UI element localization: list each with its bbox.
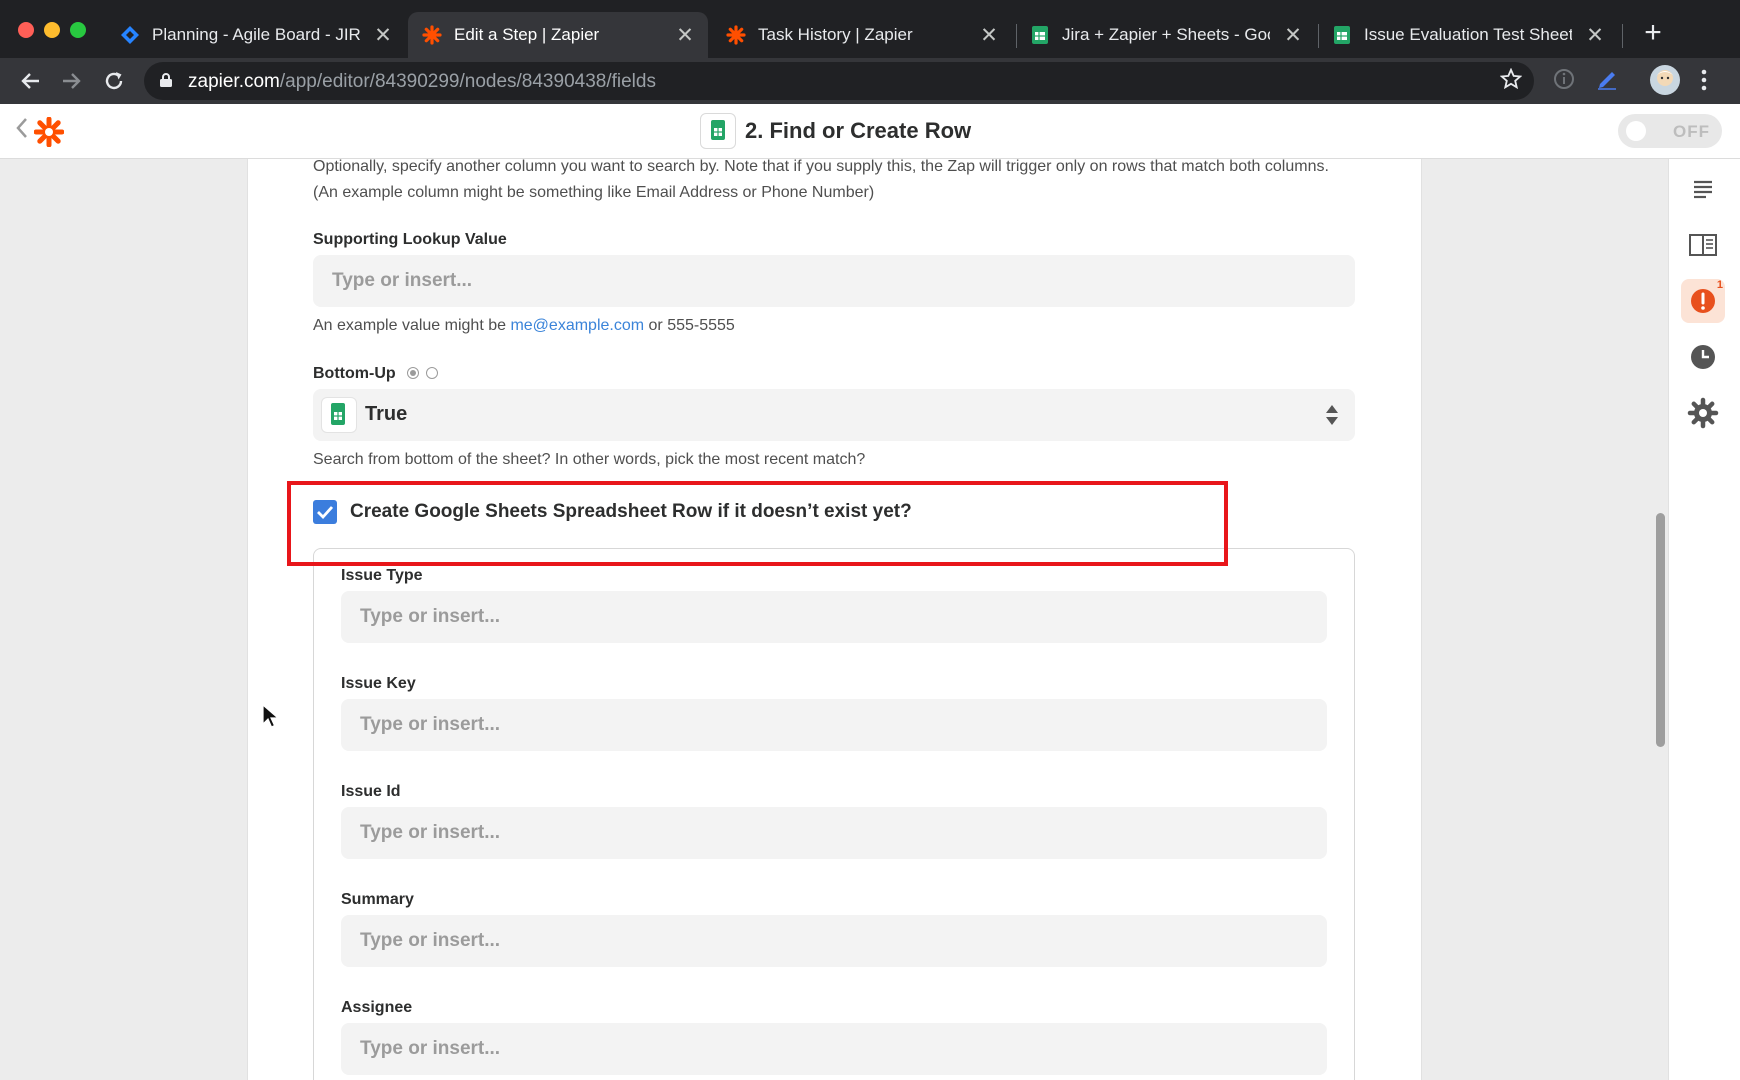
bottom-up-label: Bottom-Up — [313, 365, 396, 382]
supporting-column-help: Optionally, specify another column you w… — [313, 159, 1329, 201]
url-text: zapier.com/app/editor/84390299/nodes/843… — [188, 71, 656, 93]
bottom-up-select[interactable]: True — [313, 389, 1355, 441]
right-sidebar: 1 — [1668, 159, 1740, 1080]
tab-close-icon[interactable]: ✕ — [1584, 23, 1606, 48]
google-sheets-icon — [331, 403, 345, 425]
supporting-value-example: An example value might be me@example.com… — [313, 313, 735, 339]
jira-icon — [121, 26, 139, 44]
step-title: 2. Find or Create Row — [745, 118, 972, 143]
tab-jira-planning[interactable]: Planning - Agile Board - JIRA ✕ — [106, 12, 406, 58]
editor-main: Optionally, specify another column you w… — [0, 159, 1740, 1080]
tab-label: Edit a Step | Zapier — [454, 25, 600, 44]
bottom-up-value: True — [365, 403, 408, 425]
example-prefix: An example value might be — [313, 317, 511, 334]
example-suffix: or 555-5555 — [644, 317, 735, 334]
url-path: /app/editor/84390299/nodes/84390438/fiel… — [279, 71, 656, 92]
profile-avatar[interactable] — [1649, 64, 1681, 96]
tab-label: Issue Evaluation Test Sheet - G — [1364, 25, 1572, 44]
toggle-knob — [1626, 121, 1646, 141]
forward-button[interactable] — [57, 66, 87, 96]
tab-separator — [1622, 24, 1623, 48]
sidebar-alerts-button[interactable]: 1 — [1681, 279, 1725, 323]
bottom-up-radio-selected[interactable] — [407, 367, 419, 379]
reload-icon — [105, 72, 123, 90]
sidebar-settings-button[interactable] — [1681, 391, 1725, 435]
arrow-right-icon — [63, 73, 81, 89]
google-sheets-icon — [1032, 26, 1048, 44]
reload-button[interactable] — [99, 66, 129, 96]
example-email-link[interactable]: me@example.com — [510, 317, 644, 334]
browser-toolbar: zapier.com/app/editor/84390299/nodes/843… — [0, 58, 1740, 104]
zapier-icon — [422, 25, 442, 45]
zapier-logo-icon[interactable] — [34, 117, 64, 147]
select-app-icon — [321, 397, 357, 433]
zap-on-off-toggle[interactable]: OFF — [1618, 114, 1722, 148]
tab-close-icon[interactable]: ✕ — [372, 23, 394, 48]
tab-close-icon[interactable]: ✕ — [1282, 23, 1304, 48]
tab-label: Task History | Zapier — [758, 25, 913, 44]
tab-task-history[interactable]: Task History | Zapier ✕ — [712, 12, 1012, 58]
issue-key-input[interactable]: Type or insert... — [341, 699, 1327, 751]
issue-id-label: Issue Id — [341, 783, 401, 800]
issue-id-input[interactable]: Type or insert... — [341, 807, 1327, 859]
tab-close-icon[interactable]: ✕ — [978, 23, 1000, 48]
tab-label: Jira + Zapier + Sheets - Google — [1062, 25, 1270, 44]
issue-type-label: Issue Type — [341, 567, 423, 584]
issue-type-input[interactable]: Type or insert... — [341, 591, 1327, 643]
back-button[interactable] — [15, 66, 45, 96]
window-maximize-button[interactable] — [70, 22, 86, 38]
tab-label: Planning - Agile Board - JIRA — [152, 25, 360, 44]
arrow-left-icon — [21, 73, 39, 89]
editor-header: 2. Find or Create Row OFF — [0, 104, 1740, 159]
google-sheets-icon — [711, 120, 725, 140]
highlight-annotation-box — [287, 481, 1228, 566]
url-host: zapier.com — [188, 71, 280, 92]
mouse-pointer-icon — [262, 704, 280, 728]
lock-icon — [160, 73, 172, 87]
sidebar-history-button[interactable] — [1681, 335, 1725, 379]
toggle-label: OFF — [1673, 122, 1710, 141]
window-close-button[interactable] — [18, 22, 34, 38]
assignee-label: Assignee — [341, 999, 413, 1016]
browser-tab-bar: Planning - Agile Board - JIRA ✕ Edit a S… — [0, 0, 1740, 66]
history-icon — [1691, 345, 1715, 369]
tab-close-icon[interactable]: ✕ — [674, 23, 696, 48]
page-scrollbar[interactable] — [1656, 513, 1665, 747]
info-extension-icon[interactable] — [1553, 68, 1575, 90]
tab-edit-step[interactable]: Edit a Step | Zapier ✕ — [408, 12, 708, 58]
address-bar[interactable]: zapier.com/app/editor/84390299/nodes/843… — [144, 62, 1534, 100]
window-minimize-button[interactable] — [44, 22, 60, 38]
issue-key-label: Issue Key — [341, 675, 416, 692]
kebab-menu-icon[interactable] — [1700, 68, 1708, 92]
guide-icon — [1689, 234, 1717, 256]
summary-label: Summary — [341, 891, 414, 908]
tab-issue-evaluation-sheet[interactable]: Issue Evaluation Test Sheet - G ✕ — [1318, 12, 1618, 58]
tab-jira-zapier-sheets[interactable]: Jira + Zapier + Sheets - Google ✕ — [1016, 12, 1316, 58]
select-arrows-icon — [1326, 405, 1338, 425]
google-sheets-icon — [1334, 26, 1350, 44]
step-app-icon — [700, 113, 736, 149]
sidebar-details-button[interactable] — [1681, 167, 1725, 211]
assignee-input[interactable]: Type or insert... — [341, 1023, 1327, 1075]
new-tab-button[interactable]: + — [1638, 16, 1668, 50]
summary-input[interactable]: Type or insert... — [341, 915, 1327, 967]
pen-extension-icon[interactable] — [1595, 68, 1619, 92]
bottom-up-radio[interactable] — [426, 367, 438, 379]
bottom-up-help: Search from bottom of the sheet? In othe… — [313, 451, 866, 468]
details-icon — [1694, 180, 1712, 199]
sidebar-guide-button[interactable] — [1681, 223, 1725, 267]
settings-icon — [1687, 397, 1719, 429]
supporting-lookup-value-label: Supporting Lookup Value — [313, 231, 507, 248]
zapier-icon — [726, 25, 746, 45]
supporting-lookup-value-input[interactable]: Type or insert... — [313, 255, 1355, 307]
alert-count-badge: 1 — [1716, 279, 1723, 291]
chevron-left-icon[interactable] — [16, 116, 28, 140]
bookmark-star-icon[interactable] — [1500, 68, 1522, 90]
